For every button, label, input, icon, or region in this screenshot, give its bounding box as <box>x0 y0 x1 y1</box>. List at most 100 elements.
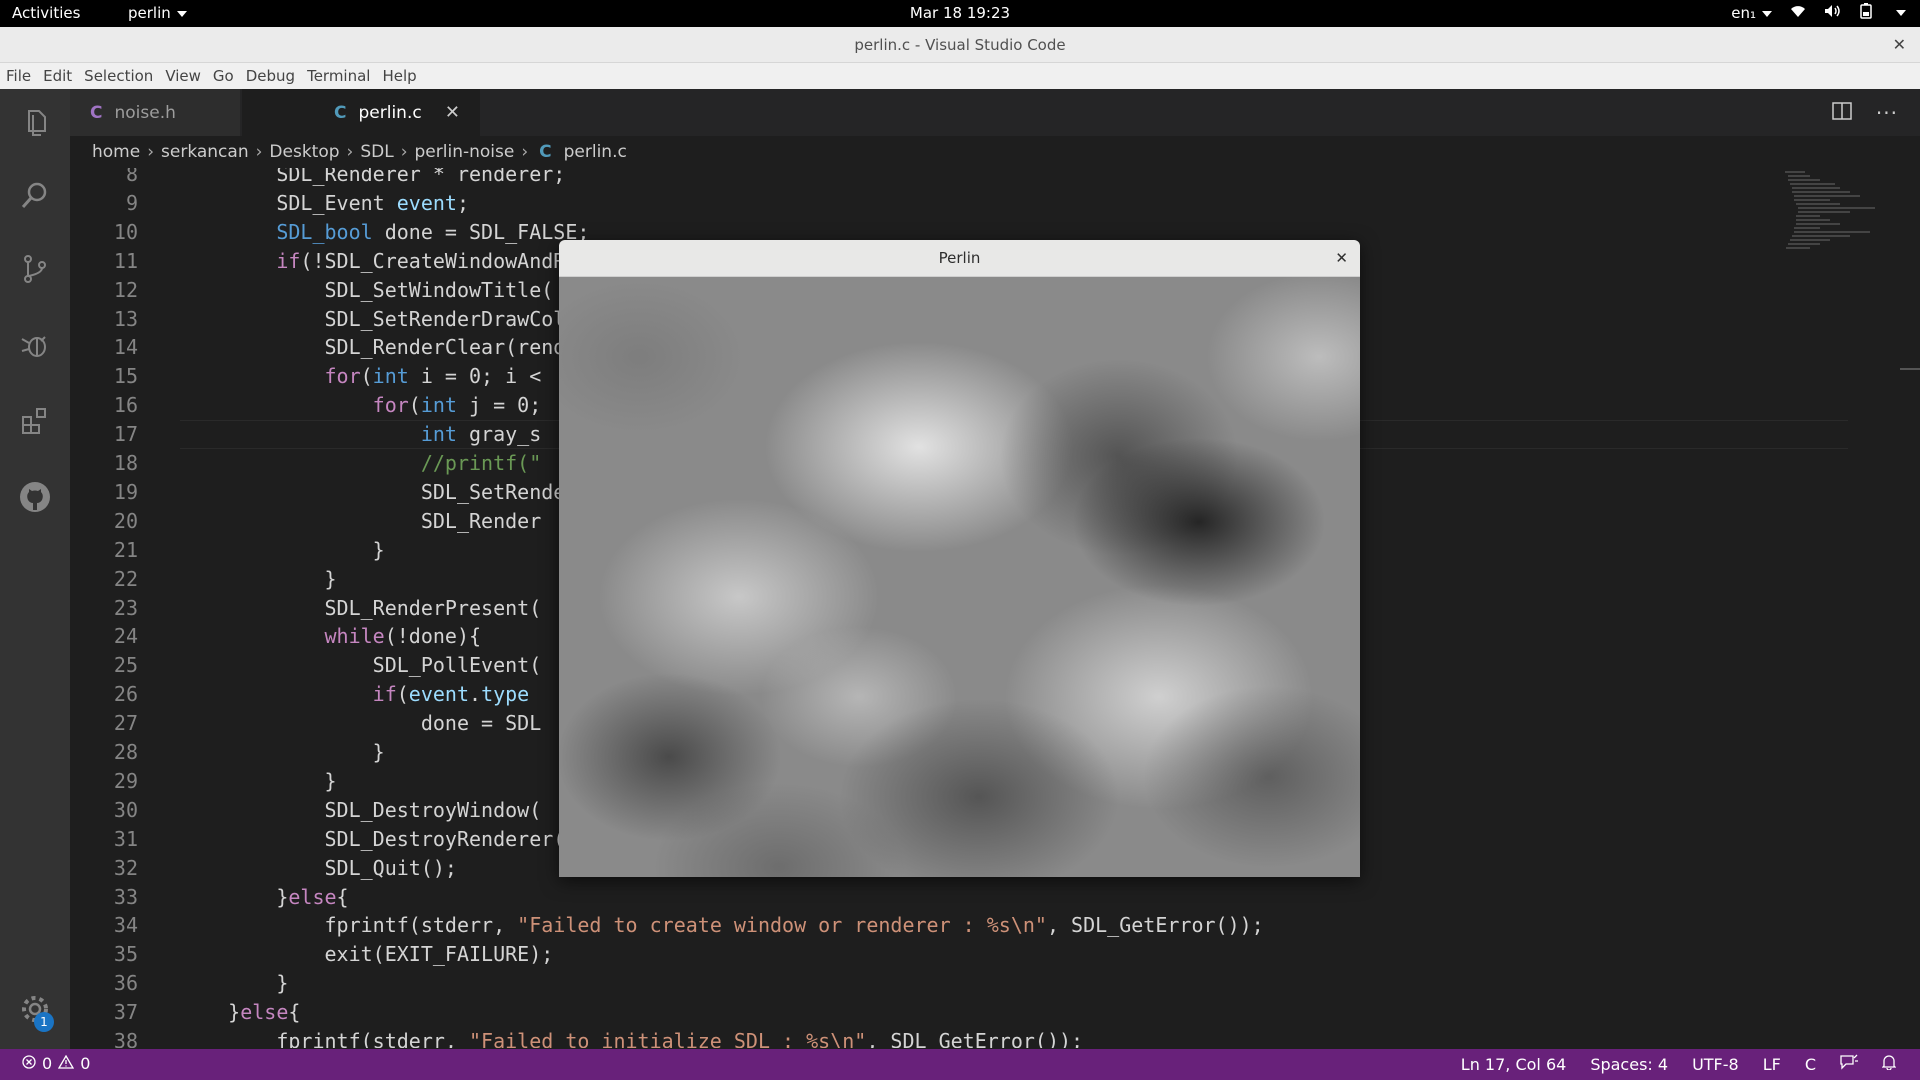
breadcrumb-item[interactable]: SDL <box>360 142 393 162</box>
chevron-down-icon[interactable] <box>1896 10 1906 16</box>
code-line[interactable]: 35 exit(EXIT_FAILURE); <box>70 940 1920 969</box>
explorer-icon[interactable] <box>15 103 55 143</box>
c-file-icon: C <box>539 142 552 162</box>
line-number: 13 <box>113 306 138 331</box>
line-number: 34 <box>113 913 138 938</box>
activities-button[interactable]: Activities <box>12 4 80 22</box>
battery-icon <box>1860 3 1872 23</box>
code-text: int gray_s <box>420 422 542 447</box>
code-line[interactable]: 36 } <box>70 969 1920 998</box>
line-number: 38 <box>113 1029 138 1048</box>
end-of-line[interactable]: LF <box>1763 1055 1781 1074</box>
menu-selection[interactable]: Selection <box>78 67 159 85</box>
chevron-down-icon <box>176 10 187 17</box>
tab-noise-h[interactable]: C noise.h <box>70 89 240 136</box>
code-text: SDL_DestroyWindow( <box>180 797 542 822</box>
wifi-icon <box>1790 4 1806 22</box>
perlin-window[interactable]: Perlin ✕ <box>559 240 1360 877</box>
perlin-window-title-bar[interactable]: Perlin ✕ <box>559 240 1360 277</box>
source-control-icon[interactable] <box>15 249 55 289</box>
code-line[interactable]: 38 fprintf(stderr, "Failed to initialize… <box>70 1027 1920 1048</box>
line-number: 21 <box>113 537 138 562</box>
cursor-position[interactable]: Ln 17, Col 64 <box>1461 1055 1567 1074</box>
chevron-down-icon <box>1762 10 1772 17</box>
language-mode[interactable]: C <box>1805 1055 1816 1074</box>
tab-perlin-c[interactable]: C perlin.c ✕ <box>242 89 480 136</box>
code-text: for(int i = 0; i < <box>324 364 542 389</box>
line-number: 25 <box>113 653 138 678</box>
code-text: //printf(" <box>420 451 542 475</box>
code-text: while(!done){ <box>324 624 482 649</box>
scrollbar-position-marker[interactable] <box>1900 368 1920 370</box>
code-line[interactable]: 34 fprintf(stderr, "Failed to create win… <box>70 911 1920 940</box>
menu-help[interactable]: Help <box>376 67 422 85</box>
line-number: 9 <box>125 190 138 215</box>
github-icon[interactable] <box>15 477 55 517</box>
line-number: 15 <box>113 364 138 389</box>
breadcrumb: home › serkancan › Desktop › SDL › perlin-no… <box>92 136 627 168</box>
tab-label: noise.h <box>114 102 176 123</box>
line-number: 12 <box>113 277 138 302</box>
code-text: fprintf(stderr, "Failed to create window… <box>180 913 1264 938</box>
code-line[interactable]: 8 SDL_Renderer * renderer; <box>70 168 1920 189</box>
activity-bar <box>0 89 70 1049</box>
chevron-right-icon: › <box>255 142 263 162</box>
code-text: SDL_SetWindowTitle( <box>180 277 554 302</box>
problems-indicator[interactable]: 0 0 <box>22 1054 90 1073</box>
breadcrumb-item[interactable]: serkancan <box>161 142 249 162</box>
code-text: SDL_PollEvent( <box>180 653 542 678</box>
code-line[interactable]: 33 }else{ <box>70 883 1920 912</box>
breadcrumb-item[interactable]: Desktop <box>269 142 339 162</box>
chevron-right-icon: › <box>400 142 408 162</box>
menu-file[interactable]: File <box>0 67 37 85</box>
editor-actions: ··· <box>1832 89 1920 136</box>
line-number: 23 <box>113 595 138 620</box>
code-text: done = SDL <box>180 711 542 736</box>
app-menu-label: perlin <box>128 4 171 22</box>
code-text: SDL_bool done = SDL_FALSE; <box>276 219 590 244</box>
breadcrumb-item[interactable]: perlin.c <box>564 142 627 162</box>
indentation[interactable]: Spaces: 4 <box>1590 1055 1668 1074</box>
line-number: 16 <box>113 393 138 418</box>
c-file-icon: C <box>90 102 103 123</box>
extensions-icon[interactable] <box>15 401 55 441</box>
code-line[interactable]: 37 }else{ <box>70 998 1920 1027</box>
warning-count: 0 <box>80 1054 91 1073</box>
feedback-icon[interactable] <box>1840 1054 1858 1074</box>
line-number: 27 <box>113 711 138 736</box>
notifications-bell-icon[interactable] <box>1881 1054 1897 1074</box>
clock[interactable]: Mar 18 19:23 <box>910 4 1010 22</box>
menu-debug[interactable]: Debug <box>240 67 301 85</box>
chevron-right-icon: › <box>346 142 354 162</box>
code-text: }else{ <box>180 884 349 909</box>
split-editor-icon[interactable] <box>1832 101 1852 124</box>
code-text: SDL_Render <box>180 508 542 533</box>
more-actions-icon[interactable]: ··· <box>1876 101 1898 125</box>
language-indicator[interactable]: en₁ <box>1731 4 1772 22</box>
line-number: 32 <box>113 855 138 880</box>
encoding[interactable]: UTF-8 <box>1692 1055 1739 1074</box>
line-number: 35 <box>113 942 138 967</box>
search-icon[interactable] <box>15 175 55 215</box>
close-icon[interactable]: ✕ <box>1335 240 1348 277</box>
app-menu[interactable]: perlin <box>128 4 187 22</box>
menu-edit[interactable]: Edit <box>37 67 78 85</box>
warning-icon <box>58 1054 75 1073</box>
system-tray[interactable]: en₁ <box>1731 3 1906 23</box>
error-count: 0 <box>42 1054 53 1073</box>
menu-view[interactable]: View <box>159 67 207 85</box>
close-icon[interactable]: ✕ <box>445 102 460 123</box>
close-icon[interactable]: ✕ <box>1893 27 1906 63</box>
breadcrumb-item[interactable]: home <box>92 142 140 162</box>
breadcrumb-item[interactable]: perlin-noise <box>415 142 515 162</box>
code-line[interactable]: 9 SDL_Event event; <box>70 189 1920 218</box>
menu-go[interactable]: Go <box>207 67 240 85</box>
line-number: 20 <box>113 508 138 533</box>
menu-terminal[interactable]: Terminal <box>301 67 376 85</box>
perlin-noise-canvas <box>559 277 1360 877</box>
line-number: 8 <box>125 168 138 186</box>
debug-icon[interactable] <box>15 325 55 365</box>
code-text: } <box>180 740 385 764</box>
line-number: 19 <box>113 479 138 504</box>
minimap[interactable] <box>1780 168 1900 258</box>
